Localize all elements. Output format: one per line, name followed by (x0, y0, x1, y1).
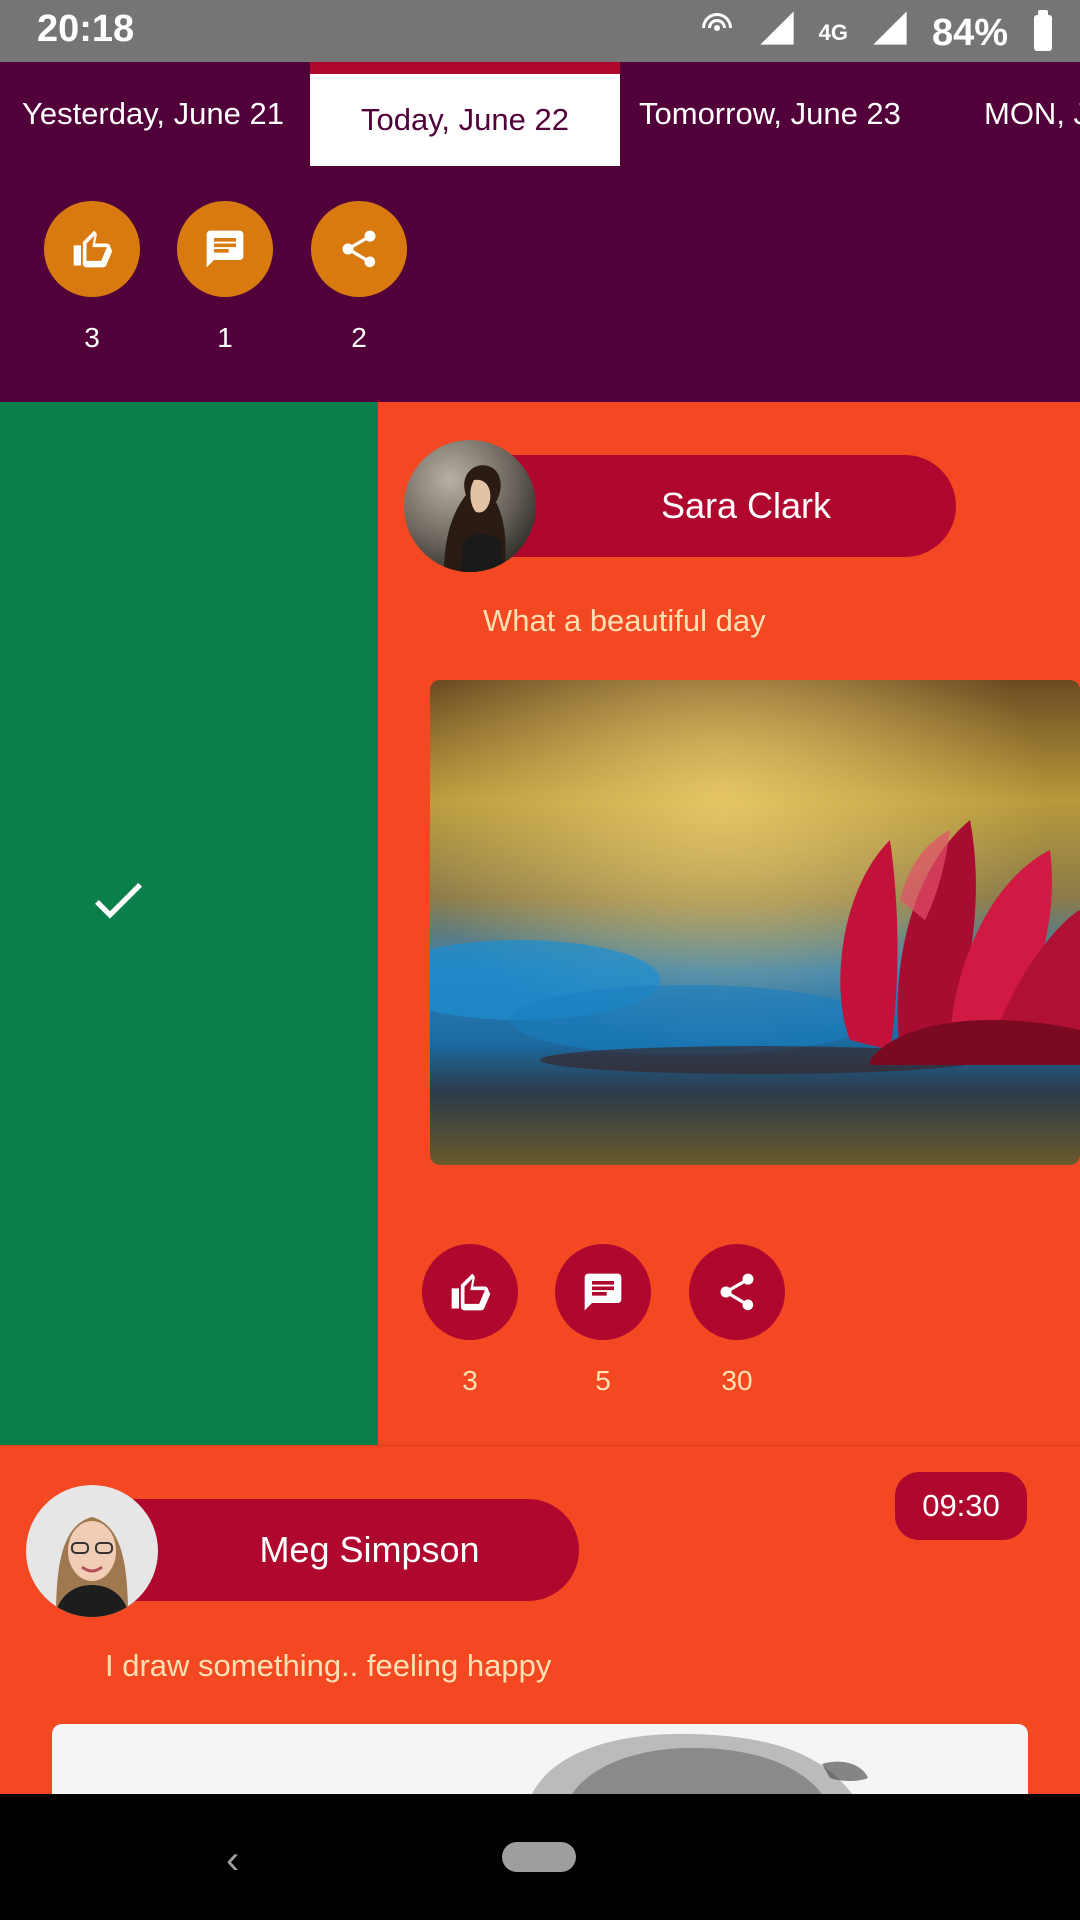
share-icon (342, 230, 376, 268)
header-comment-button[interactable] (177, 201, 273, 297)
network-type: 4G (818, 20, 848, 45)
post-1-author-name: Sara Clark (660, 485, 832, 526)
post-2-avatar[interactable] (26, 1485, 158, 1617)
swipe-action-panel[interactable] (0, 402, 378, 1446)
header-comment-count: 1 (217, 322, 233, 353)
status-time: 20:18 (37, 8, 135, 50)
home-pill-button[interactable] (502, 1842, 576, 1872)
post-2-image[interactable] (52, 1724, 1028, 1794)
battery-percent: 84% (931, 11, 1008, 54)
header-like-button[interactable] (44, 201, 140, 297)
post-1-image[interactable] (430, 680, 1080, 1165)
share-icon (720, 1273, 754, 1311)
status-bar: 20:18 4G 84% (0, 0, 1080, 62)
tab-today[interactable]: Today, June 22 (310, 62, 620, 166)
hotspot-icon (699, 10, 735, 56)
post-1-share-count: 30 (721, 1365, 753, 1396)
post-1-caption: What a beautiful day (483, 603, 766, 638)
post-1-comment-count: 5 (595, 1365, 611, 1396)
header-share-button[interactable] (311, 201, 407, 297)
comment-icon (584, 1273, 622, 1311)
header-like-count: 3 (84, 322, 100, 353)
post-2-author-name: Meg Simpson (259, 1529, 480, 1570)
signal-icon-2 (870, 8, 910, 58)
back-icon[interactable]: ‹ (226, 1838, 239, 1883)
post-1-comment-button[interactable] (555, 1244, 651, 1340)
post-1-share-button[interactable] (689, 1244, 785, 1340)
check-icon (95, 882, 142, 919)
tab-monday[interactable]: MON, J (984, 62, 1080, 166)
tab-yesterday[interactable]: Yesterday, June 21 (22, 62, 284, 166)
post-2-time-badge: 09:30 (895, 1472, 1027, 1540)
post-1-like-count: 3 (462, 1365, 478, 1396)
card-divider (0, 1445, 1080, 1446)
thumbs-up-icon (451, 1273, 491, 1311)
status-icons: 4G 84% (699, 8, 1052, 58)
battery-icon (1034, 10, 1052, 51)
signal-icon (757, 8, 797, 58)
post-2-caption: I draw something.. feeling happy (105, 1648, 552, 1683)
post-1-like-button[interactable] (422, 1244, 518, 1340)
header-share-count: 2 (351, 322, 367, 353)
post-1-avatar[interactable] (404, 440, 536, 572)
comment-icon (206, 230, 244, 268)
tab-tomorrow[interactable]: Tomorrow, June 23 (639, 62, 901, 166)
thumbs-up-icon (73, 230, 113, 268)
